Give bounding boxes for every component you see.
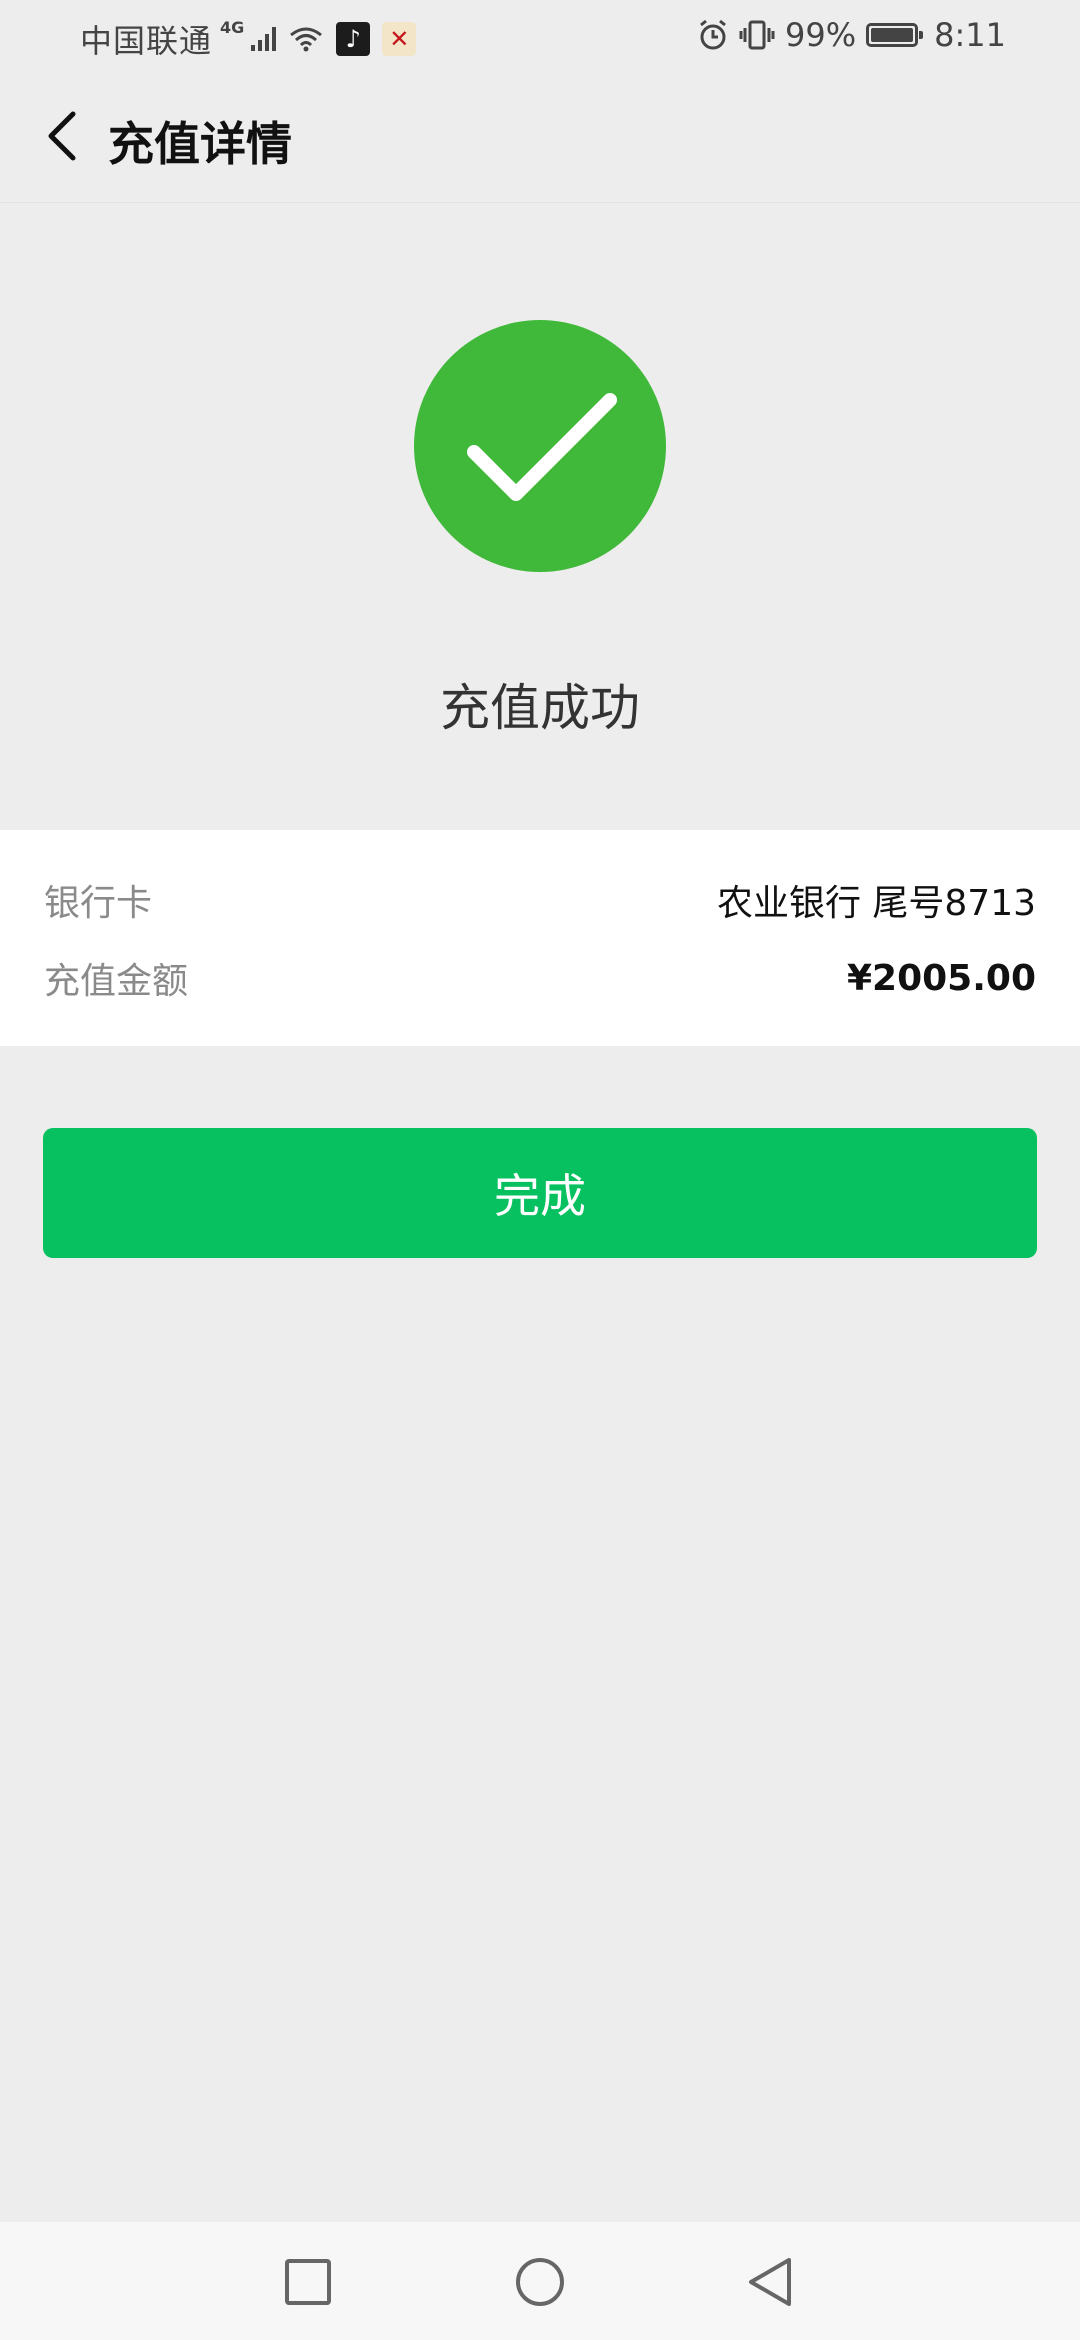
system-navigation-bar bbox=[0, 2222, 1080, 2340]
bank-card-label: 银行卡 bbox=[44, 883, 153, 924]
back-button[interactable] bbox=[30, 104, 94, 168]
network-type: 4G bbox=[220, 17, 245, 37]
battery-percent: 99% bbox=[785, 16, 857, 54]
notification-app-icon: ✕ bbox=[382, 22, 417, 56]
status-right: 99% 8:11 bbox=[697, 16, 1006, 54]
page-title: 充值详情 bbox=[108, 117, 292, 171]
triangle-back-icon bbox=[749, 2258, 791, 2306]
amount-label: 充值金额 bbox=[44, 961, 189, 1002]
square-icon bbox=[285, 2259, 331, 2305]
nav-bar: 充值详情 bbox=[0, 72, 1080, 203]
chevron-left-icon bbox=[48, 111, 76, 161]
bank-card-value: 农业银行 尾号8713 bbox=[716, 883, 1036, 924]
done-button[interactable]: 完成 bbox=[43, 1128, 1037, 1258]
amount-row: 充值金额 ¥2005.00 bbox=[44, 948, 1036, 1008]
recent-apps-button[interactable] bbox=[278, 2252, 338, 2312]
amount-value: ¥2005.00 bbox=[846, 957, 1036, 999]
status-left: 中国联通 4G ♪ ✕ bbox=[80, 16, 417, 62]
system-back-button[interactable] bbox=[740, 2252, 800, 2312]
clock: 8:11 bbox=[934, 16, 1006, 54]
carrier-name: 中国联通 bbox=[80, 22, 213, 60]
battery-icon bbox=[866, 23, 924, 47]
vibrate-icon bbox=[739, 20, 775, 50]
detail-panel: 银行卡 农业银行 尾号8713 充值金额 ¥2005.00 bbox=[0, 830, 1080, 1046]
check-mark-icon bbox=[467, 393, 617, 501]
status-bar: 中国联通 4G ♪ ✕ 99% 8:11 bbox=[0, 0, 1080, 72]
alarm-icon bbox=[700, 19, 726, 50]
tiktok-app-icon: ♪ bbox=[336, 22, 371, 56]
battery-fill bbox=[871, 28, 913, 42]
check-circle-icon bbox=[414, 320, 666, 572]
bank-card-row: 银行卡 农业银行 尾号8713 bbox=[44, 870, 1036, 930]
signal-icon bbox=[251, 27, 277, 51]
wifi-icon bbox=[290, 27, 323, 52]
home-button[interactable] bbox=[510, 2252, 570, 2312]
success-message: 充值成功 bbox=[440, 679, 640, 737]
circle-icon bbox=[516, 2258, 564, 2306]
